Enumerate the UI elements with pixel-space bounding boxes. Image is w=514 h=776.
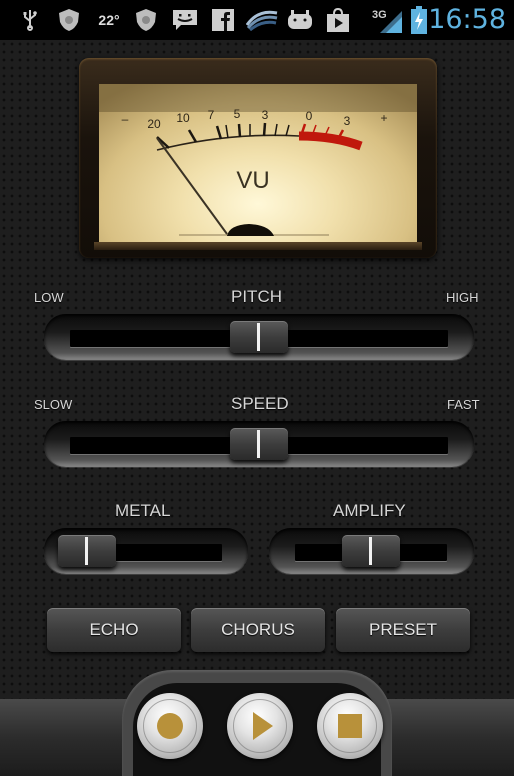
- vu-scale-label: 20: [147, 117, 161, 131]
- pitch-min-label: LOW: [34, 290, 64, 305]
- play-store-icon: [326, 8, 350, 32]
- vu-tick: [225, 124, 229, 139]
- preset-button[interactable]: PRESET: [336, 608, 470, 652]
- battery-charging-icon: [410, 6, 428, 34]
- vu-meter: – 20 10 7 5 3 0 3 + VU: [99, 84, 417, 244]
- pitch-max-label: HIGH: [446, 290, 479, 305]
- pitch-title: PITCH: [231, 287, 282, 306]
- vu-tick: [274, 123, 278, 137]
- stop-icon: [338, 714, 362, 738]
- amplify-slider[interactable]: [269, 528, 474, 574]
- vu-scale-label: 7: [208, 108, 215, 122]
- record-button[interactable]: [137, 693, 203, 759]
- pitch-slider-thumb[interactable]: [230, 321, 288, 353]
- vu-scale-label: –: [122, 112, 129, 126]
- play-button[interactable]: [227, 693, 293, 759]
- vu-tick: [262, 122, 267, 137]
- shield-app-icon: [133, 8, 159, 32]
- vu-meter-base: [94, 242, 422, 250]
- vu-scale-label: 10: [176, 111, 190, 125]
- metal-slider[interactable]: [44, 528, 248, 574]
- play-icon: [253, 712, 273, 740]
- swiftkey-icon: [246, 8, 278, 32]
- vu-needle: [156, 137, 228, 235]
- vu-scale-label: +: [380, 111, 387, 125]
- status-bar: 22° 3G 16:58: [0, 0, 514, 40]
- clock: 16:58: [428, 4, 506, 35]
- usb-icon: [22, 8, 38, 32]
- vu-tick: [285, 124, 290, 137]
- amplify-slider-thumb[interactable]: [342, 535, 400, 567]
- metal-slider-thumb[interactable]: [58, 535, 116, 567]
- vu-needle-pivot: [227, 224, 274, 236]
- vu-scale-label: 0: [306, 109, 313, 123]
- vu-label: VU: [236, 167, 269, 194]
- facebook-icon: [212, 8, 234, 32]
- record-icon: [157, 713, 183, 739]
- vu-scale-label: 3: [262, 108, 269, 122]
- pitch-slider[interactable]: [44, 314, 474, 360]
- android-icon: [286, 8, 314, 32]
- speed-min-label: SLOW: [34, 397, 73, 412]
- vu-tick: [215, 125, 223, 140]
- chorus-button[interactable]: CHORUS: [191, 608, 325, 652]
- vu-scale-label: 5: [234, 107, 241, 121]
- vu-tick: [187, 129, 198, 143]
- messaging-icon: [172, 8, 198, 32]
- temperature-text: 22°: [98, 12, 120, 28]
- speed-slider[interactable]: [44, 421, 474, 467]
- echo-button[interactable]: ECHO: [47, 608, 181, 652]
- signal-3g-icon: 3G: [372, 8, 404, 33]
- vu-tick: [237, 123, 242, 138]
- stop-button[interactable]: [317, 693, 383, 759]
- vu-red-zone: [298, 131, 363, 151]
- speed-slider-thumb[interactable]: [230, 428, 288, 460]
- amplify-title: AMPLIFY: [333, 501, 406, 520]
- speed-title: SPEED: [231, 394, 289, 413]
- speed-max-label: FAST: [447, 397, 480, 412]
- shield-app-icon: [56, 8, 82, 32]
- vu-scale-label: 3: [344, 114, 351, 128]
- vu-top-shade: [99, 84, 417, 112]
- metal-title: METAL: [115, 501, 171, 520]
- svg-text:3G: 3G: [372, 9, 387, 21]
